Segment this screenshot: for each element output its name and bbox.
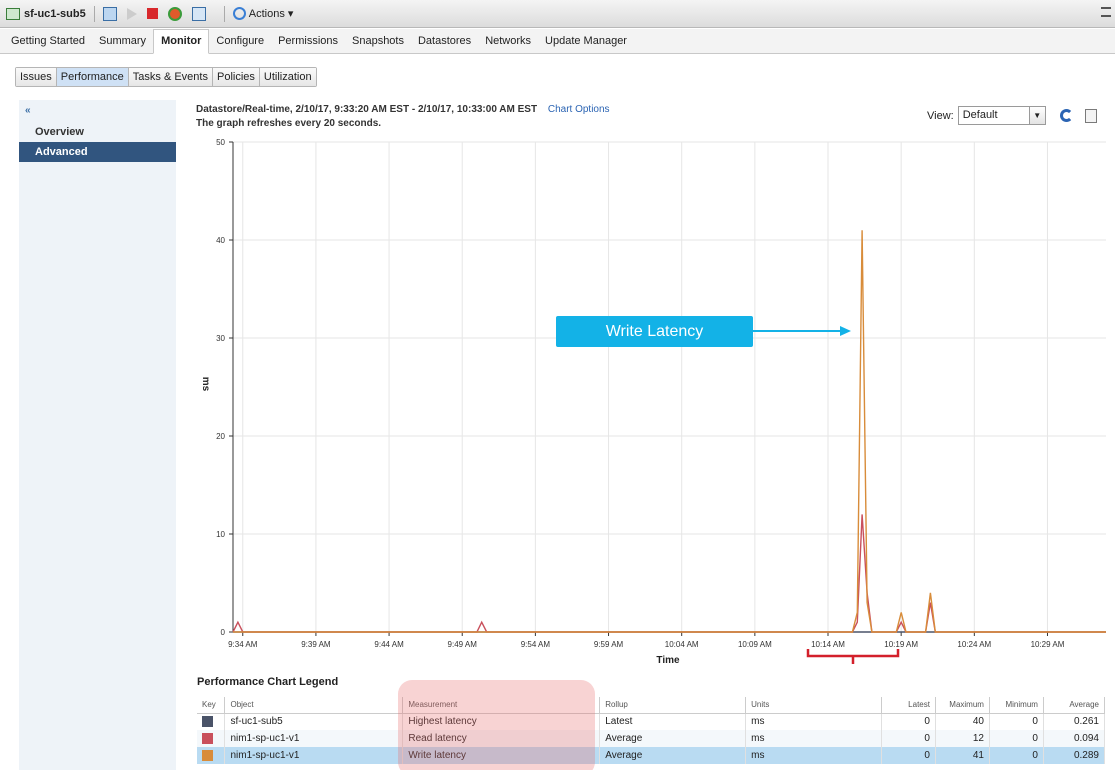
x-tick-label: 10:14 AM xyxy=(811,640,845,649)
y-axis-title: ms xyxy=(200,377,211,392)
x-tick-label: 9:44 AM xyxy=(374,640,404,649)
legend-title: Performance Chart Legend xyxy=(197,676,339,688)
performance-chart: 0 10 20 30 40 50 9:34 AM 9:39 AM 9:44 AM 9:49 AM… xyxy=(200,138,1106,666)
read-latency-line xyxy=(232,514,1106,633)
write-latency-callout: Write Latency xyxy=(556,316,753,347)
legend-maximum: 40 xyxy=(935,713,990,730)
table-row[interactable]: nim1-sp-uc1-v1 Write latency Average ms … xyxy=(197,747,1106,764)
legend-color-key xyxy=(202,716,213,728)
y-tick-label: 0 xyxy=(221,628,226,637)
col-minimum[interactable]: Minimum xyxy=(989,697,1044,714)
legend-rollup: Average xyxy=(599,747,747,764)
x-tick-label: 10:09 AM xyxy=(738,640,772,649)
legend-units: ms xyxy=(745,713,882,730)
col-rollup[interactable]: Rollup xyxy=(599,697,747,714)
legend-units: ms xyxy=(745,730,882,747)
col-average[interactable]: Average xyxy=(1043,697,1106,714)
legend-average: 0.261 xyxy=(1043,713,1106,730)
col-object[interactable]: Object xyxy=(224,697,404,714)
col-latest[interactable]: Latest xyxy=(881,697,936,714)
legend-latest: 0 xyxy=(881,730,936,747)
time-range-bracket xyxy=(806,649,900,664)
legend-maximum: 41 xyxy=(935,747,990,764)
x-tick-label: 9:54 AM xyxy=(521,640,551,649)
col-maximum[interactable]: Maximum xyxy=(935,697,990,714)
x-tick-label: 9:59 AM xyxy=(594,640,624,649)
col-key[interactable]: Key xyxy=(197,697,226,714)
y-tick-label: 40 xyxy=(216,236,225,245)
col-units[interactable]: Units xyxy=(745,697,882,714)
x-axis-title: Time xyxy=(656,655,680,666)
legend-object: sf-uc1-sub5 xyxy=(224,713,404,730)
legend-color-key xyxy=(202,732,213,744)
legend-minimum: 0 xyxy=(989,713,1044,730)
chart-grid xyxy=(233,141,1106,633)
write-latency-line xyxy=(233,230,1106,633)
measurement-highlight xyxy=(398,680,595,770)
legend-average: 0.289 xyxy=(1043,747,1106,764)
x-tick-label: 10:24 AM xyxy=(957,640,991,649)
x-tick-label: 9:39 AM xyxy=(301,640,331,649)
legend-latest: 0 xyxy=(881,713,936,730)
y-tick-label: 30 xyxy=(216,334,225,343)
x-tick-label: 9:34 AM xyxy=(228,640,258,649)
y-axis: 0 10 20 30 40 50 xyxy=(216,138,234,637)
x-tick-label: 10:29 AM xyxy=(1031,640,1065,649)
legend-header-row: Key Object Measurement Rollup Units Late… xyxy=(197,697,1106,714)
x-tick-label: 9:49 AM xyxy=(448,640,478,649)
y-tick-label: 20 xyxy=(216,432,225,441)
callout-arrowhead xyxy=(840,326,851,336)
legend-rollup: Latest xyxy=(599,713,747,730)
x-tick-label: 10:04 AM xyxy=(665,640,699,649)
x-tick-label: 10:19 AM xyxy=(884,640,918,649)
legend-table: Key Object Measurement Rollup Units Late… xyxy=(197,697,1106,764)
legend-object: nim1-sp-uc1-v1 xyxy=(224,747,404,764)
legend-maximum: 12 xyxy=(935,730,990,747)
chart-series xyxy=(232,230,1106,633)
legend-rollup: Average xyxy=(599,730,747,747)
table-row[interactable]: sf-uc1-sub5 Highest latency Latest ms 0 … xyxy=(197,713,1106,730)
legend-color-key xyxy=(202,749,213,761)
y-tick-label: 10 xyxy=(216,530,225,539)
x-axis: 9:34 AM 9:39 AM 9:44 AM 9:49 AM 9:54 AM 9:59 … xyxy=(228,631,1106,649)
legend-minimum: 0 xyxy=(989,747,1044,764)
table-row[interactable]: nim1-sp-uc1-v1 Read latency Average ms 0… xyxy=(197,730,1106,747)
y-tick-label: 50 xyxy=(216,138,225,147)
legend-object: nim1-sp-uc1-v1 xyxy=(224,730,404,747)
legend-units: ms xyxy=(745,747,882,764)
legend-average: 0.094 xyxy=(1043,730,1106,747)
legend-latest: 0 xyxy=(881,747,936,764)
legend-minimum: 0 xyxy=(989,730,1044,747)
